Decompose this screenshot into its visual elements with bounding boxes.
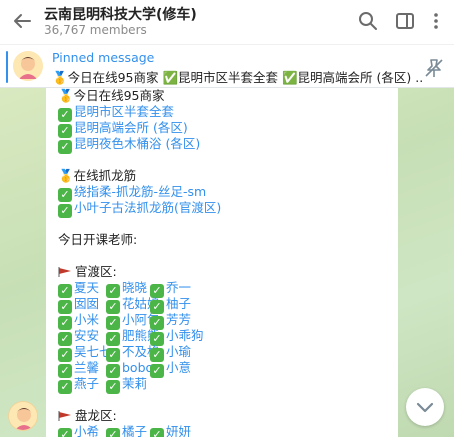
teacher-link[interactable]: 茉莉 [122, 376, 147, 391]
pinned-indicator [6, 51, 8, 83]
medal-icon: 🥇 [58, 168, 74, 183]
teacher-item[interactable]: ✓ 茉莉 [106, 376, 147, 394]
teacher-link[interactable]: 柚子 [166, 296, 191, 311]
pinned-message-bar[interactable]: Pinned message 🥇今日在线95商家 ✅昆明市区半套全套 ✅昆明高端… [0, 44, 454, 88]
district-heading: 官渡区: [58, 264, 117, 280]
teacher-link[interactable]: 小乖狗 [166, 328, 204, 343]
message-bubble[interactable]: 🥇今日在线95商家 ✓ 昆明市区半套全套 ✓ 昆明高端会所 (各区) ✓ 昆明夜色木桶… [46, 88, 398, 437]
teacher-link[interactable]: 燕子 [74, 376, 99, 391]
link[interactable]: 小叶子古法抓龙筋(官渡区) [74, 200, 221, 215]
chat-header: 云南昆明科技大学(修车) 36,767 members [0, 0, 454, 44]
section-b-title: 在线抓龙筋 [73, 168, 137, 183]
check-icon: ✓ [150, 428, 164, 437]
pinned-title: Pinned message [52, 50, 155, 65]
teacher-link[interactable]: 夏天 [74, 280, 99, 295]
link[interactable]: 昆明夜色木桶浴 (各区) [74, 136, 200, 151]
district-name: 官渡区: [75, 264, 117, 279]
check-icon: ✓ [58, 204, 72, 218]
section-a-title: 今日在线95商家 [73, 88, 165, 103]
teacher-link[interactable]: bobo [122, 360, 153, 375]
chat-area[interactable]: 🥇今日在线95商家 ✓ 昆明市区半套全套 ✓ 昆明高端会所 (各区) ✓ 昆明夜色木桶… [0, 88, 454, 437]
link[interactable]: 绕指柔-抓龙筋-丝足-sm [74, 184, 206, 199]
teacher-link[interactable]: 小希 [74, 424, 99, 437]
check-icon: ✓ [58, 428, 72, 437]
search-icon[interactable] [356, 9, 380, 33]
flag-icon [58, 411, 71, 421]
teacher-item[interactable]: ✓ 小希 [58, 424, 99, 437]
teacher-item[interactable]: ✓ 妍妍 [150, 424, 191, 437]
medal-icon: 🥇 [52, 70, 68, 85]
teacher-link[interactable]: 芳芳 [166, 312, 191, 327]
back-arrow-icon[interactable] [8, 7, 36, 35]
check-icon: ✓ [58, 380, 72, 394]
teacher-link[interactable]: 小意 [166, 360, 191, 375]
link[interactable]: 昆明市区半套全套 [74, 104, 174, 119]
check-icon: ✓ [106, 380, 120, 394]
teacher-link[interactable]: 兰馨 [74, 360, 99, 375]
teacher-link[interactable]: 橘子 [122, 424, 147, 437]
pin-icon[interactable] [422, 56, 446, 80]
chat-title[interactable]: 云南昆明科技大学(修车) [44, 4, 197, 24]
chevron-down-icon [416, 402, 434, 413]
message-line: 🥇今日在线95商家 [58, 88, 164, 104]
scroll-down-button[interactable] [406, 388, 444, 426]
teacher-item[interactable]: ✓ 橘子 [106, 424, 147, 437]
teacher-link[interactable]: 小米 [74, 312, 99, 327]
teacher-link[interactable]: 妍妍 [166, 424, 191, 437]
link[interactable]: 昆明高端会所 (各区) [74, 120, 188, 135]
teacher-item[interactable]: ✓ 小意 [150, 360, 191, 378]
teachers-heading: 今日开课老师: [58, 232, 138, 247]
check-icon: ✓ [106, 428, 120, 437]
pinned-avatar [13, 51, 43, 81]
check-icon: ✓ [150, 364, 164, 378]
teacher-link[interactable]: 安安 [74, 328, 99, 343]
avatar[interactable] [8, 401, 38, 431]
message-line: 🥇在线抓龙筋 [58, 168, 136, 184]
district-name: 盘龙区: [75, 408, 117, 423]
list-item[interactable]: ✓ 小叶子古法抓龙筋(官渡区) [58, 200, 221, 218]
flag-icon [58, 267, 71, 277]
sidebar-icon[interactable] [393, 9, 417, 33]
teacher-link[interactable]: 小瑜 [166, 344, 191, 359]
pinned-text: 🥇今日在线95商家 ✅昆明市区半套全套 ✅昆明高端会所 (各区) ... [52, 67, 422, 86]
more-vertical-icon[interactable] [424, 9, 448, 33]
check-icon: ✓ [58, 140, 72, 154]
district-heading: 盘龙区: [58, 408, 117, 424]
teacher-link[interactable]: 囡囡 [74, 296, 99, 311]
teacher-link[interactable]: 乔一 [166, 280, 191, 295]
list-item[interactable]: ✓ 昆明夜色木桶浴 (各区) [58, 136, 200, 154]
medal-icon: 🥇 [58, 88, 74, 103]
member-count: 36,767 members [44, 23, 147, 37]
teacher-link[interactable]: 晓晓 [122, 280, 147, 295]
pinned-text-content: 今日在线95商家 ✅昆明市区半套全套 ✅昆明高端会所 (各区) ... [67, 70, 422, 85]
teacher-item[interactable]: ✓ 燕子 [58, 376, 99, 394]
